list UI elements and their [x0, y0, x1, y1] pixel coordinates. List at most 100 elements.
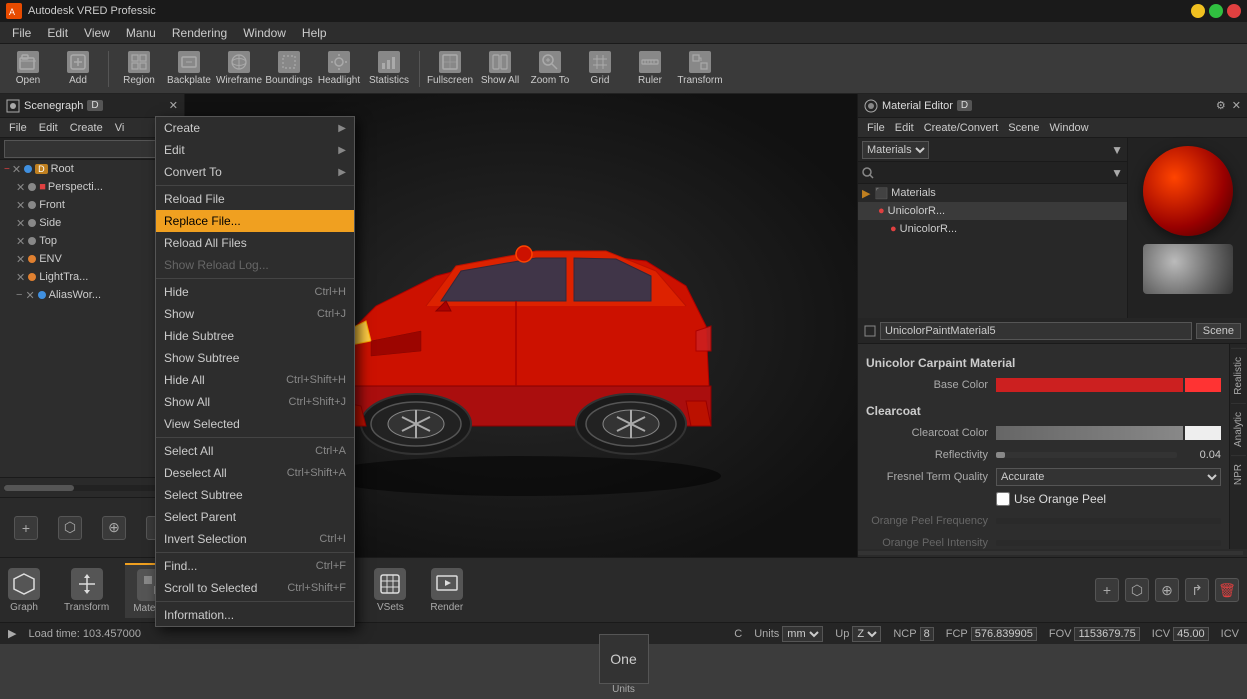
- close-button[interactable]: [1227, 4, 1241, 18]
- backplate-button[interactable]: Backplate: [167, 47, 211, 91]
- me-tree-materials[interactable]: ▶ ⬛ Materials: [858, 184, 1127, 202]
- sg-menu-view[interactable]: Vi: [110, 121, 130, 135]
- me-material-name-input[interactable]: [880, 322, 1192, 340]
- sg-menu-file[interactable]: File: [4, 121, 32, 135]
- base-color-btn[interactable]: [1185, 378, 1221, 392]
- cm-selectparent[interactable]: Select Parent: [156, 506, 354, 528]
- menu-help[interactable]: Help: [294, 24, 335, 42]
- cm-replacefile[interactable]: Replace File...: [156, 210, 354, 232]
- rt-arrow-btn[interactable]: ↱: [1185, 578, 1209, 602]
- sg-add-btn[interactable]: +: [14, 516, 38, 540]
- maximize-button[interactable]: [1209, 4, 1223, 18]
- headlight-button[interactable]: Headlight: [317, 47, 361, 91]
- me-filter-icon[interactable]: ▼: [1111, 143, 1123, 157]
- me-settings-icon[interactable]: ⚙: [1216, 99, 1226, 112]
- cm-reloadallfiles[interactable]: Reload All Files: [156, 232, 354, 254]
- me-menu-edit[interactable]: Edit: [890, 121, 919, 135]
- me-menu-createconvert[interactable]: Create/Convert: [919, 121, 1004, 135]
- sg-close-icon[interactable]: ✕: [169, 99, 178, 112]
- sg-camera-btn[interactable]: ⊕: [102, 516, 126, 540]
- me-type-dropdown[interactable]: Materials: [862, 141, 929, 159]
- sg-link-btn[interactable]: ⬡: [58, 516, 82, 540]
- tool-graph[interactable]: Graph: [0, 564, 48, 617]
- wireframe-button[interactable]: Wireframe: [217, 47, 261, 91]
- fresnel-dropdown[interactable]: Accurate: [996, 468, 1221, 486]
- menu-edit[interactable]: Edit: [39, 24, 76, 42]
- menu-rendering[interactable]: Rendering: [164, 24, 235, 42]
- reflectivity-slider[interactable]: [996, 452, 1005, 458]
- me-menu-file[interactable]: File: [862, 121, 890, 135]
- sg-menu-create[interactable]: Create: [65, 121, 108, 135]
- status-units: Units mm: [754, 626, 823, 642]
- cm-selectsubtree[interactable]: Select Subtree: [156, 484, 354, 506]
- clearcoat-color-swatch[interactable]: [996, 426, 1183, 440]
- cm-show[interactable]: Show Ctrl+J: [156, 303, 354, 325]
- fullscreen-button[interactable]: Fullscreen: [428, 47, 472, 91]
- region-button[interactable]: Region: [117, 47, 161, 91]
- cm-invertselection[interactable]: Invert Selection Ctrl+I: [156, 528, 354, 550]
- up-select[interactable]: Z: [852, 626, 881, 642]
- boundings-button[interactable]: Boundings: [267, 47, 311, 91]
- me-menu-window[interactable]: Window: [1045, 121, 1094, 135]
- cm-hide[interactable]: Hide Ctrl+H: [156, 281, 354, 303]
- sg-search-input[interactable]: [4, 140, 180, 158]
- cm-convertto[interactable]: Convert To ▶: [156, 161, 354, 183]
- cm-create[interactable]: Create ▶: [156, 117, 354, 139]
- me-tree-unicolor2[interactable]: ● UnicolorR...: [858, 220, 1127, 238]
- cm-edit[interactable]: Edit ▶: [156, 139, 354, 161]
- ruler-button[interactable]: Ruler: [628, 47, 672, 91]
- tab-npr[interactable]: NPR: [1231, 455, 1246, 493]
- clearcoat-color-btn[interactable]: [1185, 426, 1221, 440]
- open-button[interactable]: Open: [6, 47, 50, 91]
- cm-hidesubtree[interactable]: Hide Subtree: [156, 325, 354, 347]
- tool-render[interactable]: Render: [422, 564, 471, 617]
- add-button[interactable]: Add: [56, 47, 100, 91]
- cm-selectall[interactable]: Select All Ctrl+A: [156, 440, 354, 462]
- rt-link-btn[interactable]: ⬡: [1125, 578, 1149, 602]
- me-close-icon[interactable]: ✕: [1232, 99, 1241, 112]
- cm-showall[interactable]: Show All Ctrl+Shift+J: [156, 391, 354, 413]
- ncp-value: 8: [920, 627, 934, 641]
- showall-button[interactable]: Show All: [478, 47, 522, 91]
- rt-camera-btn[interactable]: ⊕: [1155, 578, 1179, 602]
- cm-find[interactable]: Find... Ctrl+F: [156, 555, 354, 577]
- orange-peel-checkbox[interactable]: [996, 492, 1010, 506]
- minimize-button[interactable]: [1191, 4, 1205, 18]
- me-tree-unicolor1[interactable]: ● UnicolorR...: [858, 202, 1127, 220]
- rt-delete-btn[interactable]: 🗑: [1215, 578, 1239, 602]
- sg-menu-edit[interactable]: Edit: [34, 121, 63, 135]
- rt-add-btn[interactable]: +: [1095, 578, 1119, 602]
- me-materials-tree: ▶ ⬛ Materials ● UnicolorR... ● Unicolo: [858, 184, 1127, 318]
- me-menu-scene[interactable]: Scene: [1003, 121, 1044, 135]
- tool-vsets[interactable]: VSets: [366, 564, 414, 617]
- cm-scrolltoselected[interactable]: Scroll to Selected Ctrl+Shift+F: [156, 577, 354, 599]
- cm-reloadfile[interactable]: Reload File: [156, 188, 354, 210]
- menu-file[interactable]: File: [4, 24, 39, 42]
- h-scrollbar[interactable]: [4, 485, 180, 491]
- me-scene-btn[interactable]: Scene: [1196, 323, 1241, 339]
- cm-showsubtree[interactable]: Show Subtree: [156, 347, 354, 369]
- me-vscrollbar[interactable]: [858, 551, 1243, 555]
- tab-analytic[interactable]: Analytic: [1231, 403, 1246, 455]
- prop-row-opeelint: Orange Peel Intensity: [864, 532, 1223, 549]
- me-search-input[interactable]: [878, 164, 1111, 182]
- menu-manu[interactable]: Manu: [118, 24, 164, 42]
- me-filter-btn[interactable]: ▼: [1111, 166, 1123, 180]
- add-icon: [67, 51, 89, 73]
- cm-information[interactable]: Information...: [156, 604, 354, 626]
- cm-deselectall[interactable]: Deselect All Ctrl+Shift+A: [156, 462, 354, 484]
- cm-hide-label: Hide: [164, 285, 189, 299]
- base-color-swatch[interactable]: [996, 378, 1183, 392]
- grid-button[interactable]: Grid: [578, 47, 622, 91]
- transform-button[interactable]: Transform: [678, 47, 722, 91]
- statistics-button[interactable]: Statistics: [367, 47, 411, 91]
- cm-hideall[interactable]: Hide All Ctrl+Shift+H: [156, 369, 354, 391]
- tab-realistic[interactable]: Realistic: [1231, 348, 1246, 403]
- tool-transform[interactable]: Transform: [56, 564, 117, 617]
- units-select[interactable]: mm: [782, 626, 823, 642]
- cm-deselectall-shortcut: Ctrl+Shift+A: [287, 467, 346, 479]
- zoomto-button[interactable]: Zoom To: [528, 47, 572, 91]
- cm-viewselected[interactable]: View Selected: [156, 413, 354, 435]
- menu-view[interactable]: View: [76, 24, 118, 42]
- menu-window[interactable]: Window: [235, 24, 294, 42]
